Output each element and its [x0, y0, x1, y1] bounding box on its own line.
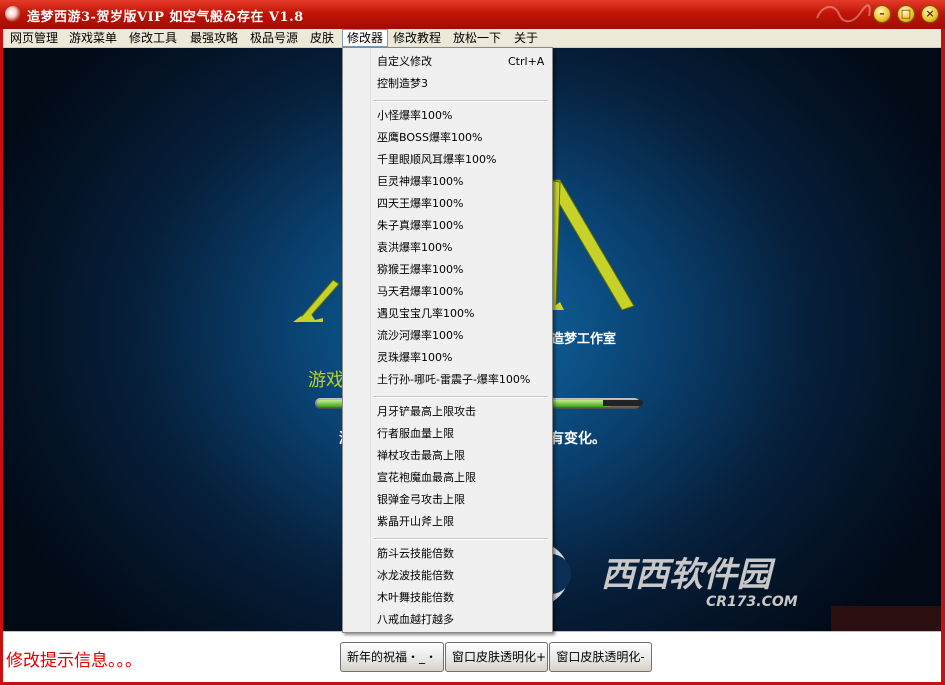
watermark-logo: 西西软件园 CR173.COM [505, 542, 798, 610]
menu-item-custom-modify[interactable]: 自定义修改 Ctrl+A [377, 51, 545, 73]
menu-item-drop-rate[interactable]: 灵珠爆率100% [377, 347, 452, 369]
watermark-main-text: 西西软件园 [601, 555, 776, 595]
new-year-greeting-button[interactable]: 新年的祝福・_・ [340, 642, 444, 672]
menu-item-label: 自定义修改 [377, 55, 432, 68]
menu-item-stat-limit[interactable]: 禅杖攻击最高上限 [377, 445, 465, 467]
menu-item-stat-limit[interactable]: 行者服血量上限 [377, 423, 454, 445]
menu-game[interactable]: 游戏菜单 [65, 29, 121, 47]
splash-desc-right: 有变化。 [550, 431, 606, 447]
window-title: 造梦西游3-贺岁版VIP 如空气般ゐ存在 V1.8 [27, 10, 304, 25]
menu-item-drop-rate[interactable]: 流沙河爆率100% [377, 325, 463, 347]
status-bar: 修改提示信息。。。 新年的祝福・_・ 窗口皮肤透明化+ 窗口皮肤透明化- [3, 631, 941, 682]
menu-item-bajie-blood[interactable]: 八戒血越打越多 [377, 609, 454, 631]
menu-about[interactable]: 关于 [510, 29, 542, 47]
close-icon: × [925, 7, 935, 20]
menu-bar: 网页管理 游戏菜单 修改工具 最强攻略 极品号源 皮肤 修改器 修改教程 放松一… [3, 29, 941, 48]
menu-item-skill-multiplier[interactable]: 木叶舞技能倍数 [377, 587, 454, 609]
app-icon[interactable] [5, 6, 21, 22]
menu-item-drop-rate[interactable]: 巨灵神爆率100% [377, 171, 463, 193]
menu-separator [373, 396, 548, 398]
title-bar[interactable]: 造梦西游3-贺岁版VIP 如空气般ゐ存在 V1.8 – □ × [0, 0, 945, 29]
menu-item-stat-limit[interactable]: 紫晶开山斧上限 [377, 511, 454, 533]
menu-item-shortcut: Ctrl+A [508, 55, 545, 68]
minimize-icon: – [879, 7, 885, 20]
maximize-icon: □ [900, 7, 912, 20]
logo-letter-right [540, 179, 635, 311]
menu-strategy[interactable]: 最强攻略 [186, 29, 242, 47]
menu-accounts[interactable]: 极品号源 [246, 29, 302, 47]
corner-shade [831, 606, 941, 631]
menu-item-skill-multiplier[interactable]: 冰龙波技能倍数 [377, 565, 454, 587]
game-title-text: 游戏 [308, 370, 344, 391]
menu-web-manage[interactable]: 网页管理 [6, 29, 62, 47]
skin-opacity-increase-button[interactable]: 窗口皮肤透明化+ [445, 642, 548, 672]
status-message: 修改提示信息。。。 [6, 651, 142, 671]
studio-label: 造梦工作室 [551, 332, 617, 347]
skin-opacity-decrease-button[interactable]: 窗口皮肤透明化- [549, 642, 652, 672]
menu-item-drop-rate[interactable]: 四天王爆率100% [377, 193, 463, 215]
watermark-sub-text: CR173.COM [706, 594, 798, 610]
maximize-button[interactable]: □ [897, 5, 915, 23]
minimize-button[interactable]: – [873, 5, 891, 23]
menu-item-stat-limit[interactable]: 银弹金弓攻击上限 [377, 489, 465, 511]
menu-icon-gutter [343, 48, 371, 632]
menu-item-drop-rate[interactable]: 朱子真爆率100% [377, 215, 463, 237]
menu-modifier[interactable]: 修改器 [342, 29, 389, 47]
menu-separator [373, 538, 548, 540]
menu-item-drop-rate[interactable]: 马天君爆率100% [377, 281, 463, 303]
menu-item-drop-rate[interactable]: 遇见宝宝几率100% [377, 303, 474, 325]
menu-item-stat-limit[interactable]: 宣花袍魔血最高上限 [377, 467, 476, 489]
main-window: 造梦西游3-贺岁版VIP 如空气般ゐ存在 V1.8 – □ × 网页管理 游戏菜… [0, 0, 945, 685]
menu-tutorial[interactable]: 修改教程 [389, 29, 445, 47]
decorative-swirl-icon [816, 4, 871, 23]
menu-separator [373, 100, 548, 102]
menu-item-drop-rate[interactable]: 袁洪爆率100% [377, 237, 452, 259]
menu-item-skill-multiplier[interactable]: 筋斗云技能倍数 [377, 543, 454, 565]
menu-item-drop-rate[interactable]: 巫鹰BOSS爆率100% [377, 127, 482, 149]
modifier-dropdown-menu: 自定义修改 Ctrl+A 控制造梦3 小怪爆率100% 巫鹰BOSS爆率100%… [342, 47, 553, 633]
menu-skin[interactable]: 皮肤 [306, 29, 338, 47]
progress-bar-tip [603, 400, 643, 406]
close-button[interactable]: × [921, 5, 939, 23]
menu-item-drop-rate[interactable]: 猕猴王爆率100% [377, 259, 463, 281]
menu-item-control-zm3[interactable]: 控制造梦3 [377, 73, 428, 95]
menu-item-drop-rate[interactable]: 小怪爆率100% [377, 105, 452, 127]
menu-item-drop-rate[interactable]: 土行孙-哪吒-雷震子-爆率100% [377, 369, 530, 391]
menu-modify-tools[interactable]: 修改工具 [125, 29, 181, 47]
menu-item-stat-limit[interactable]: 月牙铲最高上限攻击 [377, 401, 476, 423]
menu-item-drop-rate[interactable]: 千里眼顺风耳爆率100% [377, 149, 496, 171]
menu-relax[interactable]: 放松一下 [449, 29, 505, 47]
